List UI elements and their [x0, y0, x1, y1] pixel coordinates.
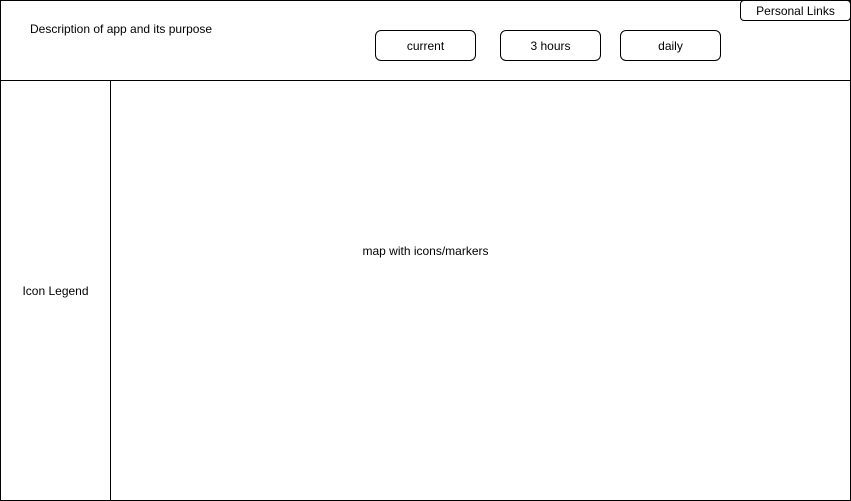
daily-button[interactable]: daily [620, 30, 721, 61]
map-panel[interactable] [110, 80, 851, 501]
three-hours-button[interactable]: 3 hours [500, 30, 601, 61]
personal-links-button[interactable]: Personal Links [740, 0, 851, 21]
map-label: map with icons/markers [362, 244, 489, 258]
app-description: Description of app and its purpose [30, 22, 213, 36]
current-button[interactable]: current [375, 30, 476, 61]
icon-legend-label: Icon Legend [22, 284, 89, 298]
